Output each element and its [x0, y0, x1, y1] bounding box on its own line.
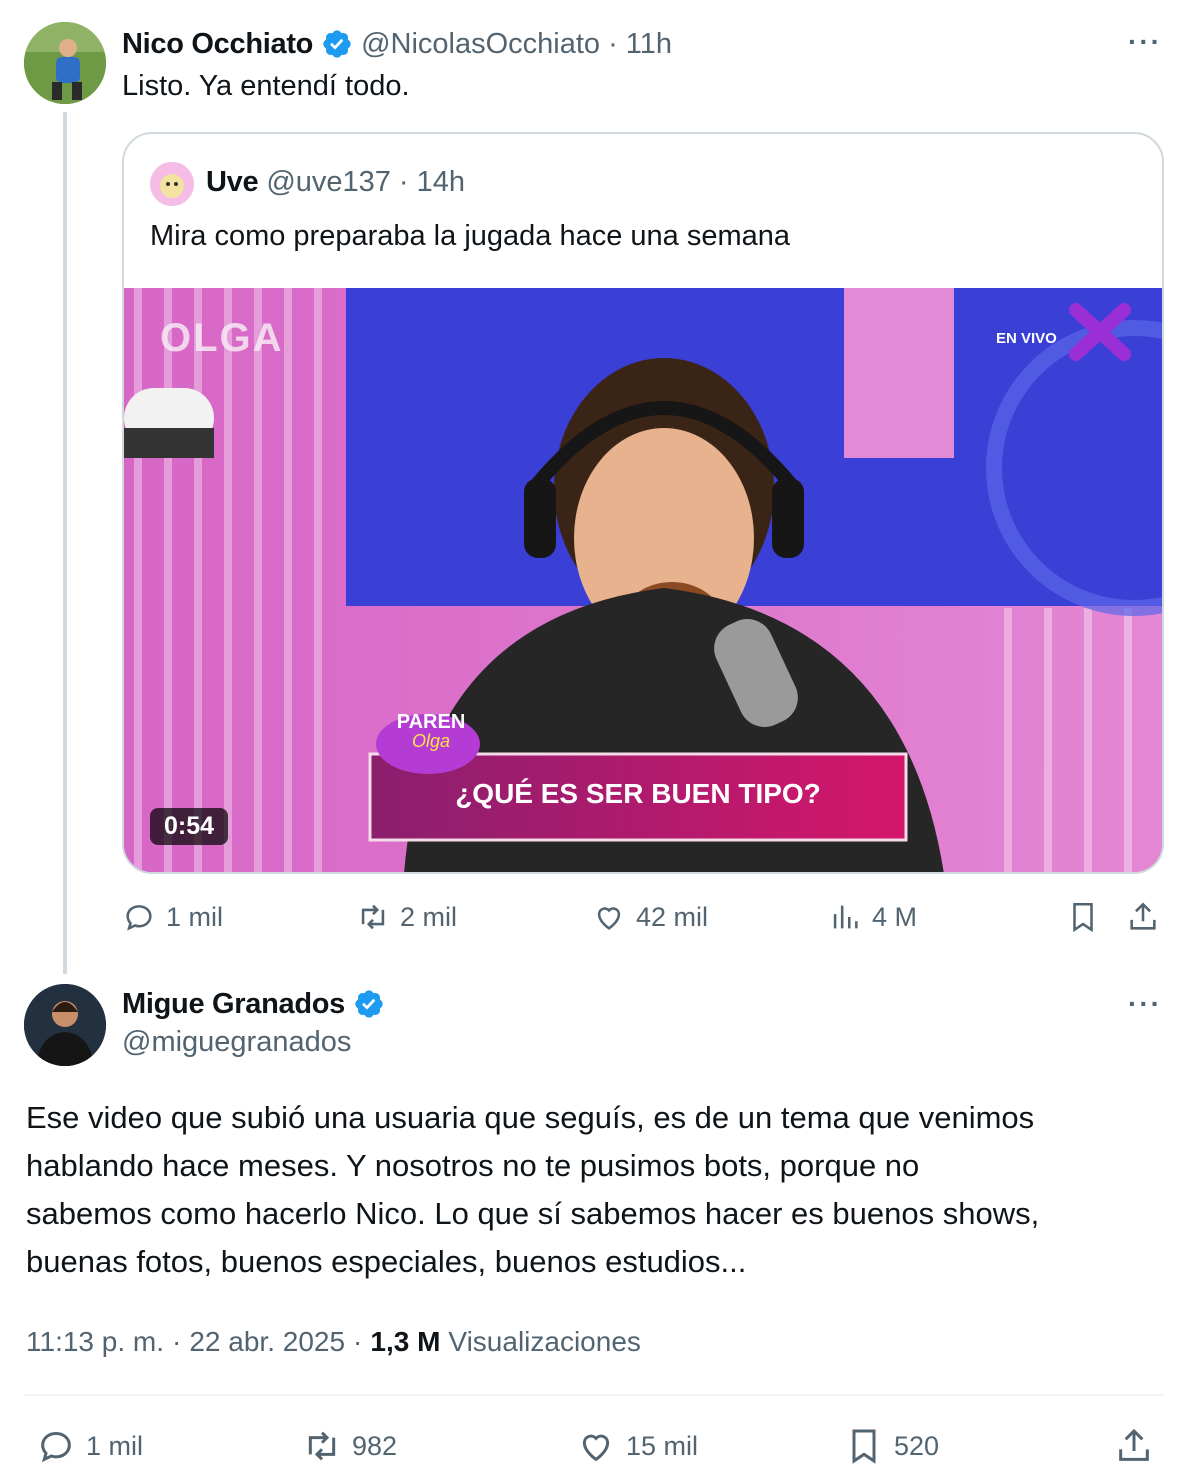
reply-count: 1 mil — [166, 901, 224, 932]
tweet2-text: Ese video que subió una usuaria que segu… — [26, 1094, 1176, 1286]
avatar-migue-granados[interactable] — [24, 984, 106, 1066]
reply-icon — [126, 905, 152, 931]
views-label: Visualizaciones — [448, 1326, 641, 1357]
quote-text: Mira como preparaba la jugada hace una s… — [150, 220, 791, 252]
reply-icon — [41, 1431, 71, 1463]
separator-dot: · — [353, 1326, 363, 1357]
avatar-uve — [150, 162, 194, 206]
bookmark-icon — [852, 1429, 876, 1464]
bookmark-button[interactable]: 520 — [844, 1426, 939, 1466]
share-icon — [1130, 902, 1156, 930]
tweet2-text-line: sabemos como hacerlo Nico. Lo que sí sab… — [26, 1196, 1040, 1231]
tweet1-text: Listo. Ya entendí todo. — [122, 70, 410, 102]
reply-count: 1 mil — [86, 1430, 144, 1461]
tweet-time[interactable]: 11:13 p. m. — [26, 1326, 164, 1358]
studio-sign: OLGA — [160, 316, 284, 360]
bookmark-count: 520 — [894, 1430, 940, 1461]
retweet-icon — [361, 904, 385, 930]
tweet2-text-line: hablando hace meses. Y nosotros no te pu… — [26, 1148, 920, 1183]
separator-dot: · — [172, 1326, 182, 1357]
share-button[interactable] — [1126, 900, 1160, 934]
video-banner-text: ¿QUÉ ES SER BUEN TIPO? — [455, 778, 821, 809]
like-count: 42 mil — [636, 901, 709, 932]
tweet2-text-line: buenas fotos, buenos especiales, buenos … — [26, 1244, 747, 1279]
views-button[interactable]: 4 M — [828, 900, 917, 934]
video-duration: 0:54 — [150, 808, 229, 845]
quote-time: 14h — [416, 166, 465, 198]
tweet-date[interactable]: 22 abr. 2025 — [189, 1326, 345, 1358]
bookmark-button[interactable] — [1066, 900, 1100, 934]
author-name[interactable]: Nico Occhiato — [122, 28, 313, 61]
thread-line — [63, 112, 67, 974]
retweet-button[interactable]: 982 — [302, 1426, 397, 1466]
avatar-photo — [24, 984, 106, 1066]
share-icon — [1119, 1428, 1149, 1461]
quote-author-handle: @uve137 — [266, 166, 391, 198]
avatar-photo — [150, 162, 194, 206]
like-button[interactable]: 42 mil — [592, 900, 708, 934]
share-button[interactable] — [1114, 1426, 1154, 1466]
views-count: 1,3 M — [370, 1326, 441, 1357]
show-logo-top: PAREN — [396, 711, 466, 733]
tweet2-meta: 11:13 p. m. · 22 abr. 2025 · 1,3 M Visua… — [26, 1326, 641, 1358]
video-player[interactable]: OLGA EN VIVO PAREN Olga ¿QUÉ ES SER BUEN… — [124, 288, 1162, 872]
separator-dot: · — [608, 27, 618, 60]
quote-author-name: Uve — [206, 166, 259, 198]
tweet2-text-line: Ese video que subió una usuaria que segu… — [26, 1100, 1035, 1135]
live-label: EN VIVO — [996, 330, 1057, 347]
like-button[interactable]: 15 mil — [576, 1426, 698, 1466]
show-logo-bottom: Olga — [411, 731, 451, 751]
retweet-count: 2 mil — [400, 901, 458, 932]
quote-header: Uve @uve137 · 14h — [206, 166, 465, 199]
tweet-time[interactable]: 11h — [626, 28, 672, 61]
like-count: 15 mil — [626, 1430, 699, 1461]
retweet-icon — [308, 1431, 336, 1461]
avatar-photo — [24, 22, 106, 104]
more-options-icon[interactable]: ··· — [1128, 26, 1162, 58]
author-handle[interactable]: @miguegranados — [122, 1026, 351, 1059]
analytics-icon — [833, 905, 858, 929]
bookmark-icon — [1073, 902, 1093, 933]
verified-badge-icon — [323, 30, 351, 58]
tweet2-name-row: Migue Granados — [122, 984, 385, 1024]
heart-icon — [582, 1434, 610, 1462]
more-options-icon[interactable]: ··· — [1128, 988, 1162, 1020]
author-handle[interactable]: @NicolasOcchiato — [361, 28, 600, 61]
reply-button[interactable]: 1 mil — [36, 1426, 143, 1466]
retweet-count: 982 — [352, 1430, 398, 1461]
verified-badge-icon — [355, 990, 383, 1018]
avatar-nico-occhiato[interactable] — [24, 22, 106, 104]
quoted-tweet-card[interactable]: Uve @uve137 · 14h Mira como preparaba la… — [122, 132, 1164, 874]
views-count: 4 M — [872, 901, 918, 932]
separator-dot: · — [398, 166, 409, 198]
show-logo: PAREN Olga — [386, 712, 476, 750]
heart-icon — [597, 907, 621, 930]
divider — [24, 1394, 1164, 1396]
author-name[interactable]: Migue Granados — [122, 988, 345, 1021]
reply-button[interactable]: 1 mil — [122, 900, 223, 934]
tweet1-header: Nico Occhiato @NicolasOcchiato · 11h — [122, 24, 672, 64]
retweet-button[interactable]: 2 mil — [356, 900, 457, 934]
